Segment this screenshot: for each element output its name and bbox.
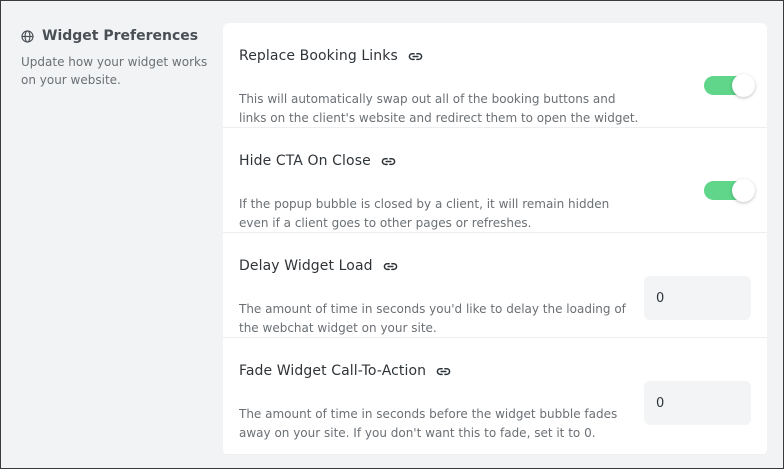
hide-cta-on-close-toggle[interactable] bbox=[704, 179, 755, 202]
setting-title: Replace Booking Links bbox=[239, 48, 423, 64]
link-icon[interactable] bbox=[381, 154, 396, 169]
section-header: Widget Preferences bbox=[21, 28, 217, 44]
section-info: Widget Preferences Update how your widge… bbox=[21, 28, 217, 89]
setting-title: Fade Widget Call-To-Action bbox=[239, 363, 451, 379]
section-title: Widget Preferences bbox=[42, 28, 199, 44]
settings-card: Replace Booking Links This will automati… bbox=[223, 23, 767, 455]
setting-title: Hide CTA On Close bbox=[239, 153, 396, 169]
setting-hide-cta-on-close: Hide CTA On Close If the popup bubble is… bbox=[223, 128, 767, 233]
link-icon[interactable] bbox=[383, 259, 398, 274]
setting-description: The amount of time in seconds you'd like… bbox=[239, 302, 626, 335]
replace-booking-links-toggle[interactable] bbox=[704, 74, 755, 97]
setting-title: Delay Widget Load bbox=[239, 258, 398, 274]
section-description: Update how your widget works on your web… bbox=[21, 55, 208, 87]
setting-description: If the popup bubble is closed by a clien… bbox=[239, 197, 610, 230]
setting-description: The amount of time in seconds before the… bbox=[239, 407, 618, 440]
link-icon[interactable] bbox=[436, 364, 451, 379]
link-icon[interactable] bbox=[408, 49, 423, 64]
setting-description: This will automatically swap out all of … bbox=[239, 92, 639, 125]
delay-widget-load-input[interactable] bbox=[644, 276, 751, 320]
setting-replace-booking-links: Replace Booking Links This will automati… bbox=[223, 23, 767, 128]
fade-widget-cta-input[interactable] bbox=[644, 381, 751, 425]
toggle-knob bbox=[732, 74, 755, 97]
globe-icon bbox=[21, 29, 34, 43]
toggle-knob bbox=[732, 179, 755, 202]
